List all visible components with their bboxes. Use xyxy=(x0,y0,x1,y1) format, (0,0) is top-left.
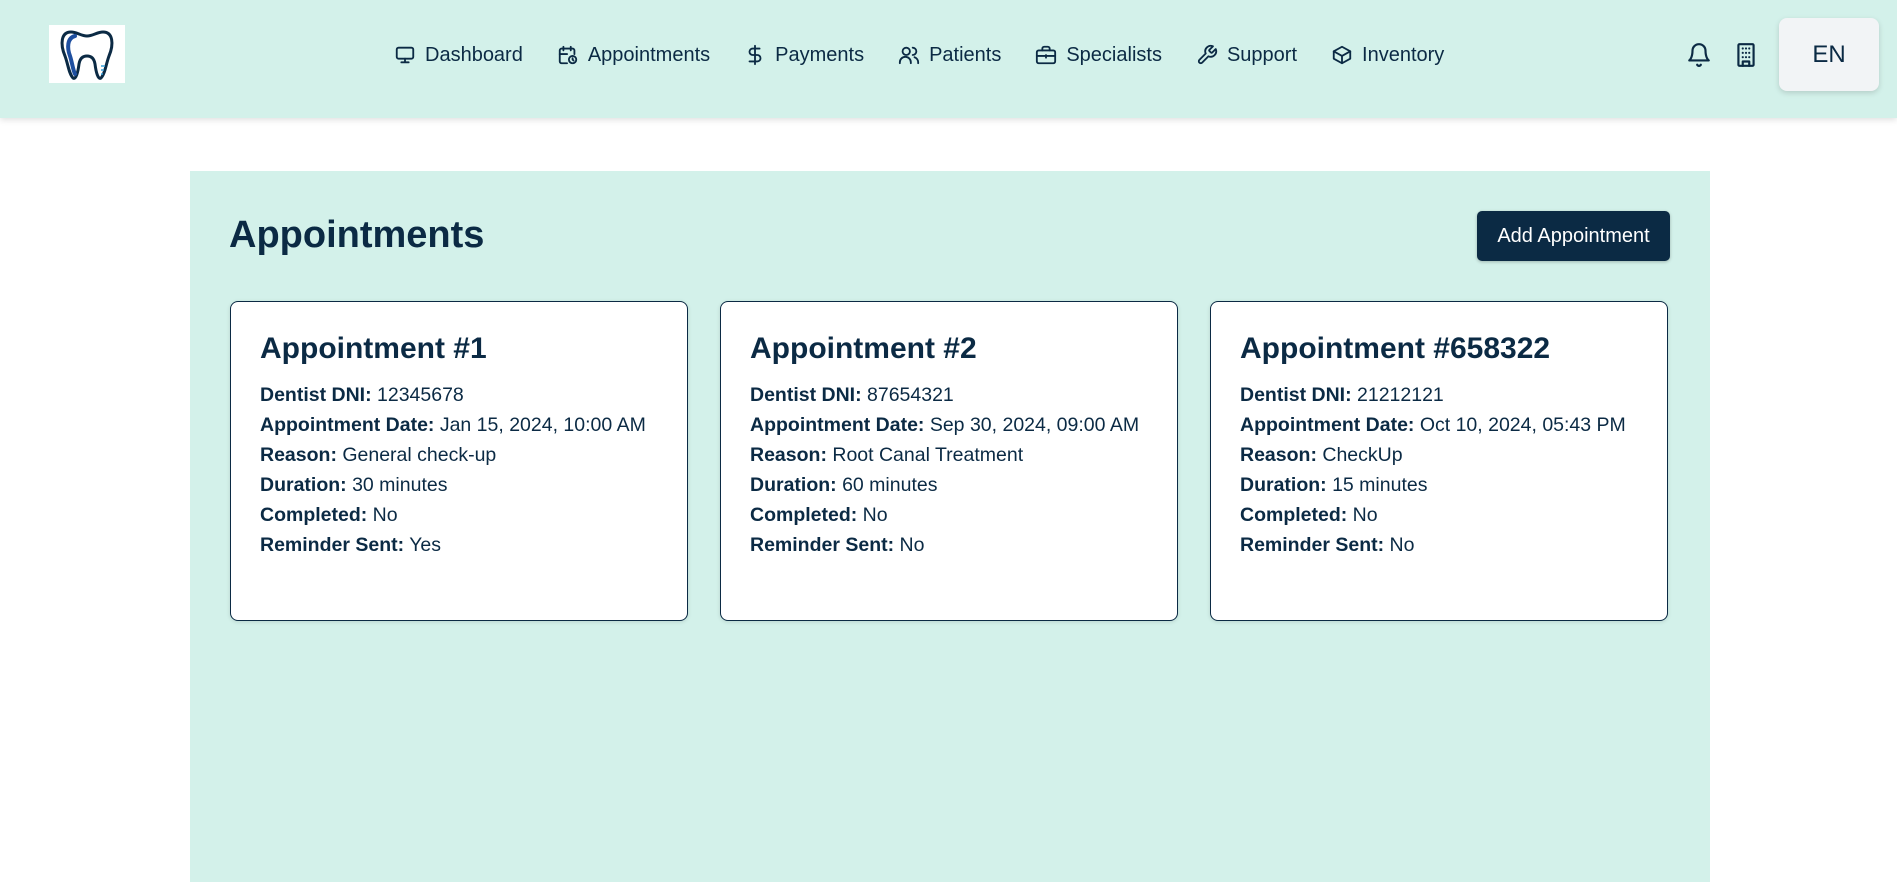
field-label: Reminder Sent: xyxy=(1240,534,1385,556)
duration-field: Duration: 30 minutes xyxy=(260,470,658,500)
completed-field: Completed: No xyxy=(1240,500,1638,530)
dentist-dni-field: Dentist DNI: 87654321 xyxy=(750,380,1148,410)
language-selector[interactable]: EN xyxy=(1779,18,1879,91)
reason-field: Reason: General check-up xyxy=(260,440,658,470)
appointment-date-field: Appointment Date: Sep 30, 2024, 09:00 AM xyxy=(750,410,1148,440)
main-nav: Dashboard Appointments Payments Patients… xyxy=(394,40,1444,70)
field-value: Yes xyxy=(409,534,441,556)
nav-item-label: Appointments xyxy=(587,43,711,66)
nav-item-payments[interactable]: Payments xyxy=(744,44,864,67)
clinic-button[interactable] xyxy=(1733,42,1759,68)
appointment-title: Appointment #1 xyxy=(260,332,487,365)
nav-item-patients[interactable]: Patients xyxy=(898,44,1001,67)
field-label: Reminder Sent: xyxy=(260,534,405,556)
nav-item-label: Patients xyxy=(929,43,1002,66)
reason-field: Reason: CheckUp xyxy=(1240,440,1638,470)
notifications-button[interactable] xyxy=(1686,42,1712,68)
reason-field: Reason: Root Canal Treatment xyxy=(750,440,1148,470)
appointment-card[interactable]: Appointment #1 Dentist DNI: 12345678 App… xyxy=(230,301,688,621)
duration-field: Duration: 60 minutes xyxy=(750,470,1148,500)
field-label: Dentist DNI: xyxy=(750,384,862,406)
nav-item-support[interactable]: Support xyxy=(1196,44,1297,67)
field-label: Duration: xyxy=(750,474,837,496)
nav-item-specialists[interactable]: Specialists xyxy=(1035,44,1162,67)
field-value: 15 minutes xyxy=(1332,474,1428,496)
nav-item-label: Specialists xyxy=(1066,43,1162,66)
field-label: Completed: xyxy=(750,504,858,526)
users-icon xyxy=(898,46,920,65)
field-label: Reason: xyxy=(260,444,337,466)
field-label: Duration: xyxy=(1240,474,1327,496)
calendar-clock-icon xyxy=(558,45,578,65)
field-label: Appointment Date: xyxy=(750,414,925,436)
building-icon xyxy=(1737,43,1755,67)
field-value: Oct 10, 2024, 05:43 PM xyxy=(1419,414,1626,436)
field-value: 21212121 xyxy=(1357,384,1444,406)
bell-icon xyxy=(1688,43,1710,67)
field-value: Sep 30, 2024, 09:00 AM xyxy=(929,414,1140,436)
appointment-cards: Appointment #1 Dentist DNI: 12345678 App… xyxy=(230,301,1668,621)
completed-field: Completed: No xyxy=(750,500,1148,530)
field-label: Completed: xyxy=(260,504,368,526)
add-appointment-button[interactable]: Add Appointment xyxy=(1477,211,1670,261)
field-label: Reminder Sent: xyxy=(750,534,895,556)
appointment-title: Appointment #658322 xyxy=(1240,332,1551,365)
appointment-date-field: Appointment Date: Jan 15, 2024, 10:00 AM xyxy=(260,410,658,440)
field-label: Appointment Date: xyxy=(1240,414,1415,436)
nav-item-label: Dashboard xyxy=(425,43,523,66)
field-value: No xyxy=(1352,504,1378,526)
field-label: Appointment Date: xyxy=(260,414,435,436)
dollar-icon xyxy=(748,44,762,66)
field-value: General check-up xyxy=(342,444,497,466)
nav-item-appointments[interactable]: Appointments xyxy=(557,44,710,67)
field-value: No xyxy=(899,534,925,556)
field-value: No xyxy=(372,504,398,526)
nav-item-label: Inventory xyxy=(1362,43,1445,66)
reminder-sent-field: Reminder Sent: Yes xyxy=(260,530,658,560)
reminder-sent-field: Reminder Sent: No xyxy=(1240,530,1638,560)
field-label: Reason: xyxy=(750,444,827,466)
field-value: Jan 15, 2024, 10:00 AM xyxy=(439,414,646,436)
field-value: 60 minutes xyxy=(842,474,938,496)
field-value: No xyxy=(1389,534,1415,556)
nav-item-inventory[interactable]: Inventory xyxy=(1331,44,1444,67)
duration-field: Duration: 15 minutes xyxy=(1240,470,1638,500)
language-label: EN xyxy=(1812,40,1846,68)
field-value: Root Canal Treatment xyxy=(832,444,1024,466)
field-label: Reason: xyxy=(1240,444,1317,466)
briefcase-icon xyxy=(1036,45,1057,65)
completed-field: Completed: No xyxy=(260,500,658,530)
top-navbar: Dashboard Appointments Payments Patients… xyxy=(0,0,1897,118)
wrench-icon xyxy=(1197,44,1218,65)
nav-item-label: Payments xyxy=(775,43,865,66)
box-icon xyxy=(1332,45,1352,65)
appointment-title: Appointment #2 xyxy=(750,332,977,365)
clinic-logo[interactable] xyxy=(49,25,125,83)
field-value: 87654321 xyxy=(867,384,954,406)
nav-item-label: Support xyxy=(1226,43,1298,66)
dentist-dni-field: Dentist DNI: 12345678 xyxy=(260,380,658,410)
field-value: CheckUp xyxy=(1322,444,1403,466)
field-label: Dentist DNI: xyxy=(1240,384,1352,406)
appointment-date-field: Appointment Date: Oct 10, 2024, 05:43 PM xyxy=(1240,410,1638,440)
appointment-card[interactable]: Appointment #658322 Dentist DNI: 2121212… xyxy=(1210,301,1668,621)
field-value: No xyxy=(862,504,888,526)
reminder-sent-field: Reminder Sent: No xyxy=(750,530,1148,560)
appointments-panel: Appointments Add Appointment Appointment… xyxy=(190,171,1710,882)
field-label: Dentist DNI: xyxy=(260,384,372,406)
page-title: Appointments xyxy=(229,214,485,256)
appointment-card[interactable]: Appointment #2 Dentist DNI: 87654321 App… xyxy=(720,301,1178,621)
field-label: Completed: xyxy=(1240,504,1348,526)
field-label: Duration: xyxy=(260,474,347,496)
field-value: 12345678 xyxy=(377,384,464,406)
nav-item-dashboard[interactable]: Dashboard xyxy=(394,44,523,67)
dentist-dni-field: Dentist DNI: 21212121 xyxy=(1240,380,1638,410)
tooth-logo-icon xyxy=(60,30,114,80)
add-appointment-label: Add Appointment xyxy=(1497,224,1650,247)
monitor-icon xyxy=(395,46,415,64)
field-value: 30 minutes xyxy=(352,474,448,496)
